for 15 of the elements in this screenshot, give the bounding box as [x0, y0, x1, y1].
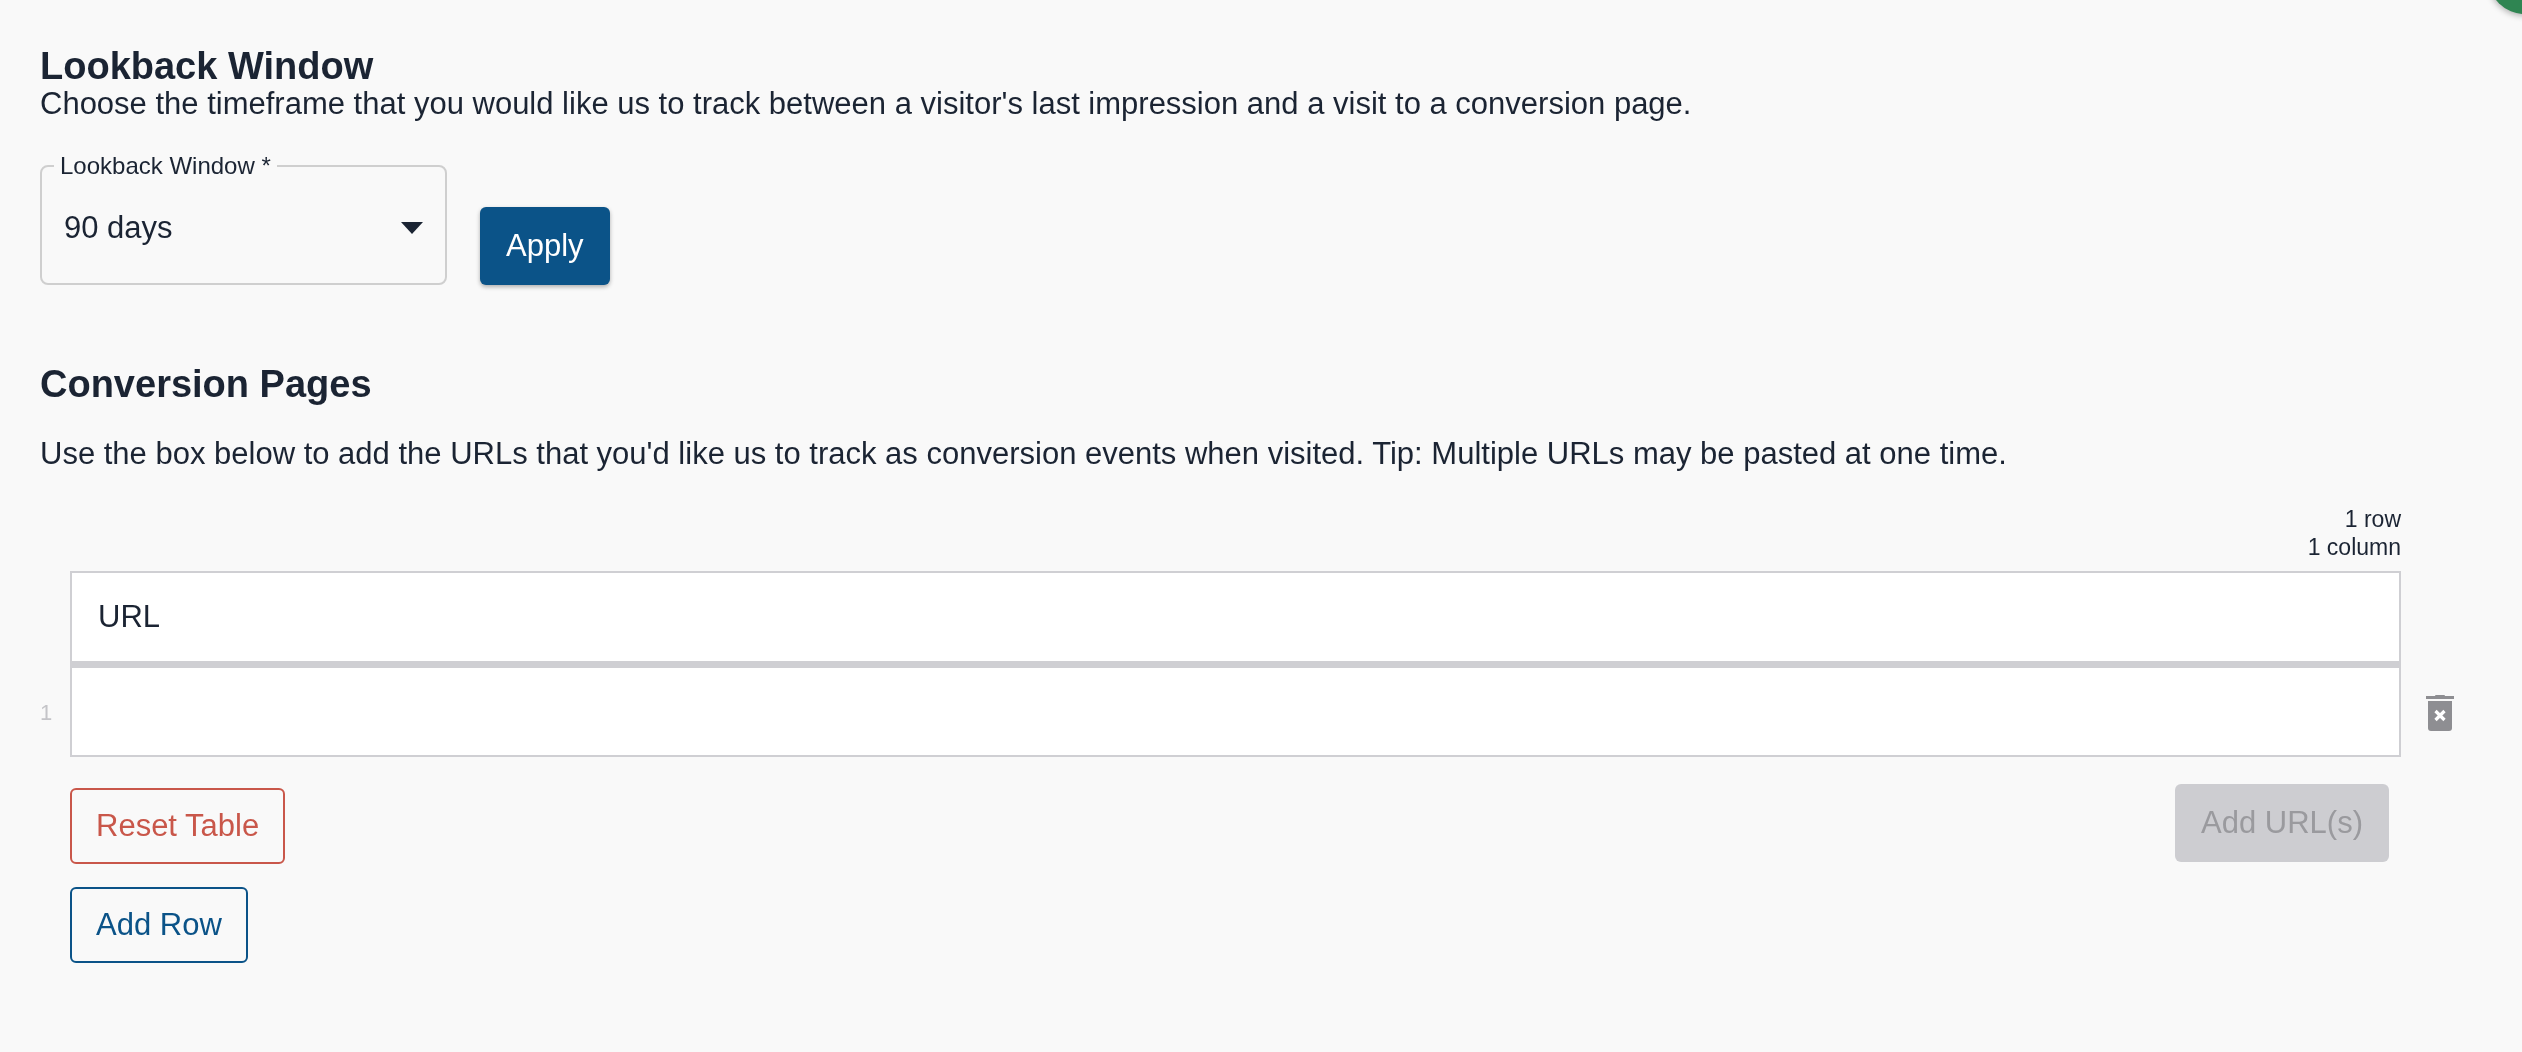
select-label: Lookback Window * [59, 152, 272, 181]
dropdown-caret-icon [401, 222, 423, 235]
column-header: URL [70, 571, 2401, 662]
apply-button[interactable]: Apply [480, 207, 610, 286]
reset-table-button[interactable]: Reset Table [70, 788, 286, 865]
section-heading: Conversion Pages [40, 365, 372, 404]
select-value: 90 days [64, 210, 173, 247]
table-size-label: 1 column [2307, 533, 2401, 562]
table-size-label: 1 row [2344, 505, 2401, 534]
delete-row-icon[interactable] [2426, 694, 2454, 731]
section-description: Choose the timeframe that you would like us to track between a visitor's last impression and a visit to a conversion page. [40, 85, 1692, 123]
url-cell[interactable] [70, 668, 2401, 758]
section-heading: Lookback Window [40, 47, 374, 85]
section-description: Use the box below to add the URLs that you'd like us to track as conversion events when visited. Tip: Multiple URLs may be pasted at one time. [40, 435, 2007, 473]
add-row-button[interactable]: Add Row [70, 887, 248, 964]
